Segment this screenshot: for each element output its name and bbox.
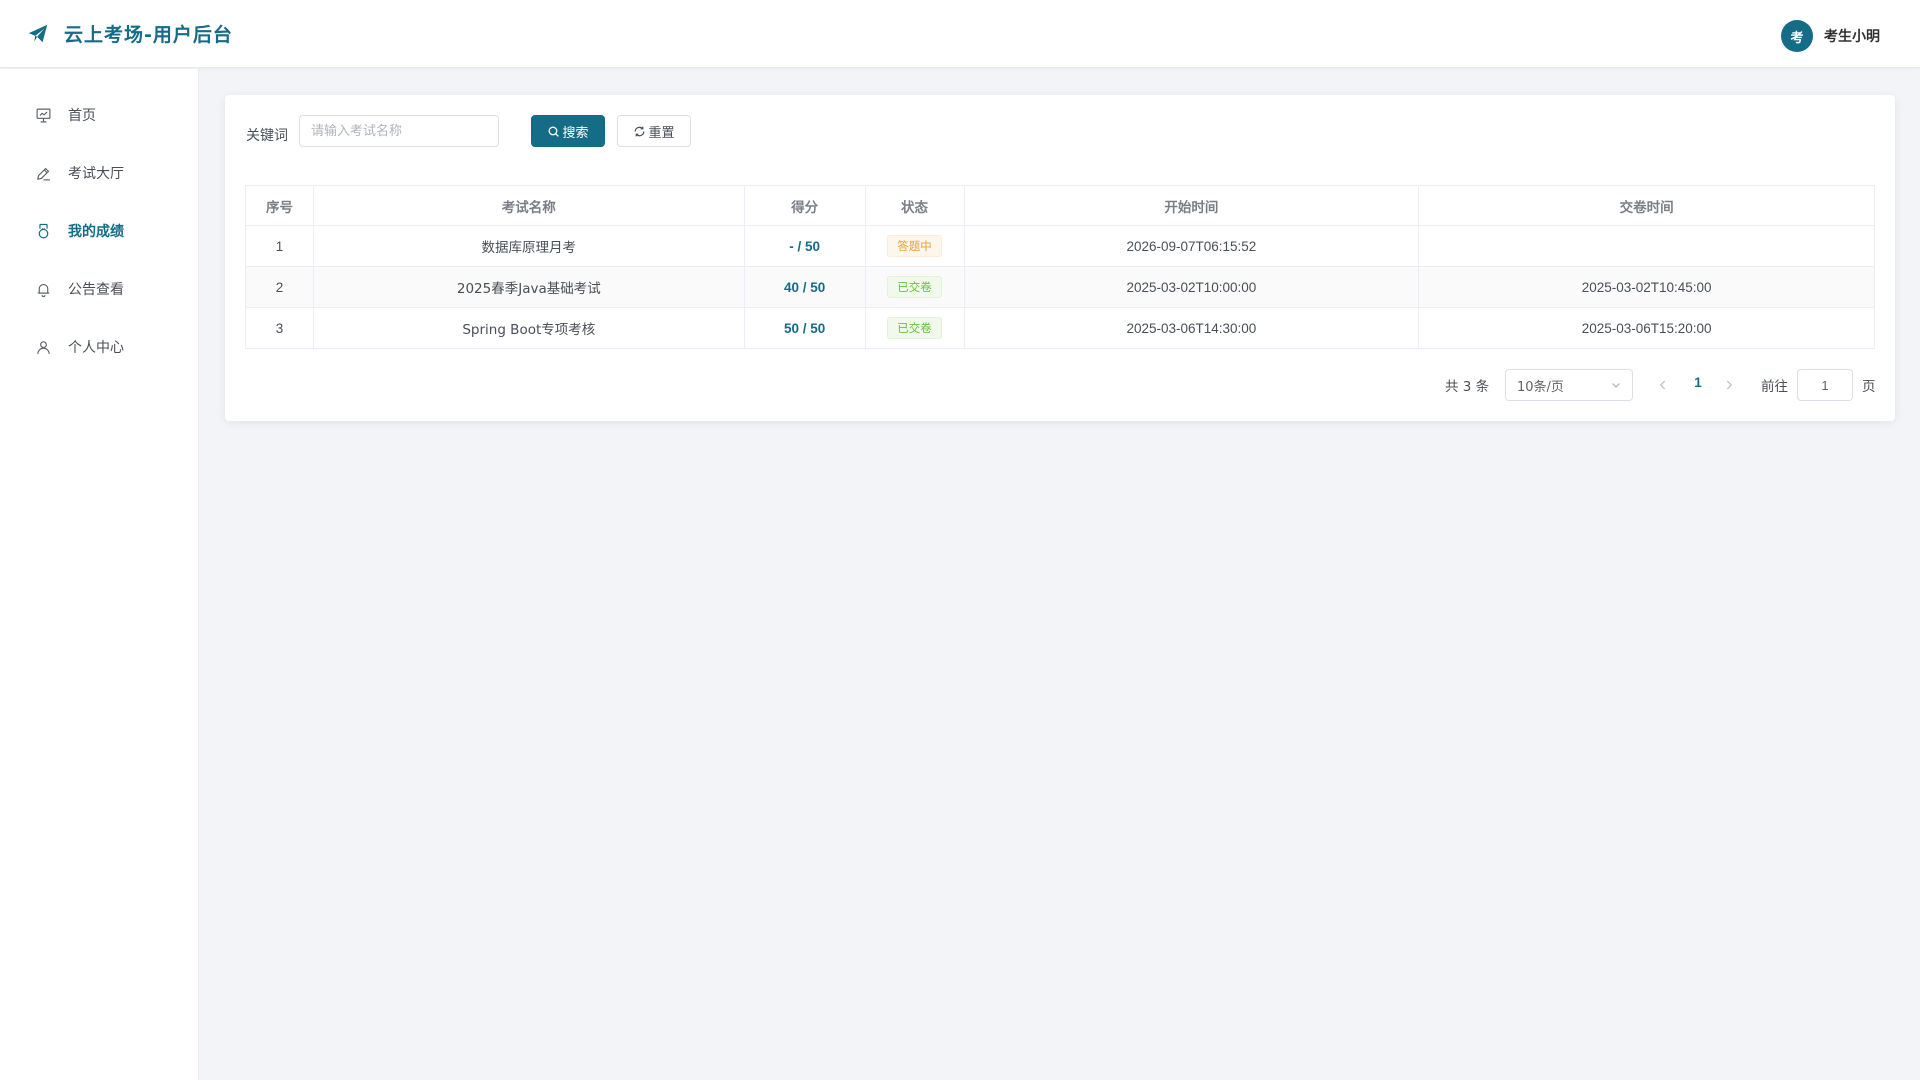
- cell-start-time: 2025-03-06T14:30:00: [963, 307, 1420, 349]
- sidebar-item-exam-hall[interactable]: 考试大厅: [0, 153, 199, 193]
- cell-status: 已交卷: [864, 266, 965, 308]
- scores-card: 关键词 搜索 重置 序号 考试名称 得分 状态 开始时间 交卷时间: [225, 95, 1895, 421]
- table-row[interactable]: 2 2025春季Java基础考试 40 / 50 已交卷 2025-03-02T…: [245, 266, 1875, 308]
- reset-button[interactable]: 重置: [617, 115, 691, 147]
- avatar[interactable]: 考: [1781, 20, 1813, 52]
- username[interactable]: 考生小明: [1824, 26, 1880, 46]
- score-value: 50 / 50: [783, 320, 826, 336]
- goto-suffix: 页: [1862, 379, 1876, 395]
- next-page-button[interactable]: [1722, 377, 1736, 393]
- prev-page-button[interactable]: [1656, 377, 1670, 393]
- cell-exam-name: 2025春季Java基础考试: [312, 266, 745, 308]
- column-header-start-time: 开始时间: [963, 185, 1420, 226]
- user-menu[interactable]: 考 考生小明: [1781, 20, 1880, 52]
- score-value: - / 50: [789, 238, 820, 254]
- sidebar-item-label: 首页: [68, 108, 96, 124]
- brand: 云上考场-用户后台: [26, 20, 233, 47]
- page-number-current[interactable]: 1: [1690, 375, 1706, 390]
- page-size-value: 10条/页: [1517, 379, 1564, 395]
- cell-score: - / 50: [743, 225, 866, 267]
- chevron-down-icon: [1610, 379, 1622, 391]
- sidebar-item-home[interactable]: 首页: [0, 95, 199, 135]
- sidebar-item-label: 考试大厅: [68, 166, 124, 182]
- sidebar-item-label: 个人中心: [68, 340, 124, 356]
- cell-status: 已交卷: [864, 307, 965, 349]
- status-badge: 已交卷: [887, 317, 942, 339]
- cell-submit-time: [1418, 225, 1875, 267]
- sidebar-item-profile[interactable]: 个人中心: [0, 327, 199, 367]
- sidebar-item-label: 我的成绩: [68, 224, 124, 240]
- column-header-exam-name: 考试名称: [312, 185, 745, 226]
- scores-table: 序号 考试名称 得分 状态 开始时间 交卷时间 1 数据库原理月考 - / 50…: [245, 185, 1875, 349]
- user-icon: [34, 338, 52, 356]
- cell-index: 3: [245, 307, 314, 349]
- cell-status: 答题中: [864, 225, 965, 267]
- table-row[interactable]: 1 数据库原理月考 - / 50 答题中 2026-09-07T06:15:52: [245, 225, 1875, 267]
- cell-index: 2: [245, 266, 314, 308]
- cell-exam-name: Spring Boot专项考核: [312, 307, 745, 349]
- cell-start-time: 2025-03-02T10:00:00: [963, 266, 1420, 308]
- table-row[interactable]: 3 Spring Boot专项考核 50 / 50 已交卷 2025-03-06…: [245, 307, 1875, 349]
- keyword-label: 关键词: [246, 128, 288, 144]
- reset-button-label: 重置: [648, 125, 675, 141]
- sidebar: 首页 考试大厅 我的成绩 公告查看 个人中心: [0, 69, 199, 1080]
- cell-start-time: 2026-09-07T06:15:52: [963, 225, 1420, 267]
- cell-index: 1: [245, 225, 314, 267]
- table-header-row: 序号 考试名称 得分 状态 开始时间 交卷时间: [245, 185, 1875, 226]
- cell-submit-time: 2025-03-06T15:20:00: [1418, 307, 1875, 349]
- search-button-label: 搜索: [562, 125, 589, 141]
- sidebar-item-announcements[interactable]: 公告查看: [0, 269, 199, 309]
- search-icon: [547, 125, 560, 138]
- search-button[interactable]: 搜索: [531, 115, 605, 147]
- page-size-select[interactable]: 10条/页: [1505, 369, 1633, 401]
- pen-edit-icon: [34, 164, 52, 182]
- sidebar-item-my-scores[interactable]: 我的成绩: [0, 211, 199, 251]
- cell-score: 50 / 50: [743, 307, 866, 349]
- goto-label: 前往: [1761, 379, 1788, 395]
- cell-exam-name: 数据库原理月考: [312, 225, 745, 267]
- sidebar-item-label: 公告查看: [68, 282, 124, 298]
- pagination-total: 共 3 条: [1445, 379, 1490, 395]
- goto-page-input[interactable]: [1797, 369, 1853, 401]
- presentation-chart-icon: [34, 106, 52, 124]
- column-header-status: 状态: [864, 185, 965, 226]
- top-header: 云上考场-用户后台 考 考生小明: [0, 0, 1920, 68]
- score-value: 40 / 50: [783, 279, 826, 295]
- status-badge: 已交卷: [887, 276, 942, 298]
- column-header-submit-time: 交卷时间: [1418, 185, 1875, 226]
- column-header-score: 得分: [743, 185, 866, 226]
- status-badge: 答题中: [887, 235, 942, 257]
- medal-icon: [34, 222, 52, 240]
- keyword-search-input[interactable]: [299, 115, 499, 147]
- cell-score: 40 / 50: [743, 266, 866, 308]
- refresh-icon: [633, 125, 646, 138]
- cell-submit-time: 2025-03-02T10:45:00: [1418, 266, 1875, 308]
- column-header-index: 序号: [245, 185, 314, 226]
- bell-icon: [34, 280, 52, 298]
- paper-plane-icon: [26, 22, 50, 46]
- app-title: 云上考场-用户后台: [64, 24, 233, 46]
